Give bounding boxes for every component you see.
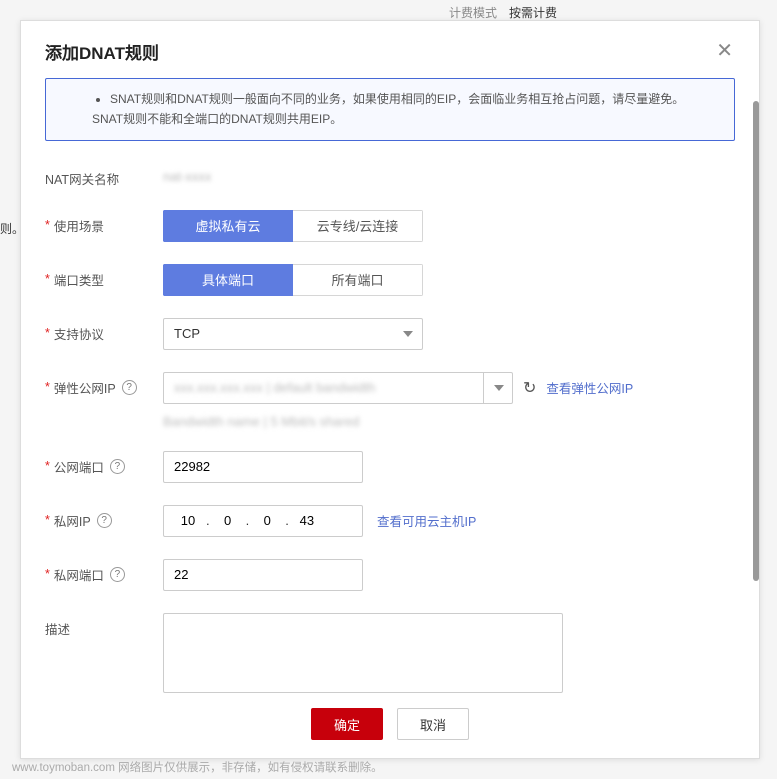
chevron-down-icon[interactable]	[483, 372, 513, 404]
label-eip: * 弹性公网IP ?	[45, 372, 163, 397]
row-scenario: * 使用场景 虚拟私有云 云专线/云连接	[45, 210, 735, 242]
scenario-toggle-group: 虚拟私有云 云专线/云连接	[163, 210, 423, 242]
ip-octet-4[interactable]	[289, 513, 325, 528]
row-description: 描述 0/255	[45, 613, 735, 694]
ip-octet-3[interactable]	[249, 513, 285, 528]
help-icon[interactable]: ?	[97, 513, 112, 528]
scenario-directconnect-button[interactable]: 云专线/云连接	[293, 210, 423, 242]
label-scenario: * 使用场景	[45, 210, 163, 235]
modal-title: 添加DNAT规则	[45, 39, 159, 64]
info-box: SNAT规则和DNAT规则一般面向不同的业务，如果使用相同的EIP，会面临业务相…	[45, 78, 735, 141]
modal-footer: 确定 取消	[21, 694, 759, 758]
watermark-text: www.toymoban.com 网络图片仅供展示，非存储，如有侵权请联系删除。	[12, 759, 383, 775]
billing-mode-label: 计费模式	[449, 4, 497, 21]
dnat-rule-modal: 添加DNAT规则 ✕ SNAT规则和DNAT规则一般面向不同的业务，如果使用相同…	[20, 20, 760, 759]
eip-select[interactable]: xxx.xxx.xxx.xxx | default bandwidth	[163, 372, 513, 404]
help-icon[interactable]: ?	[110, 459, 125, 474]
private-ip-input: . . .	[163, 505, 363, 537]
label-private-port: * 私网端口 ?	[45, 559, 163, 584]
label-public-port: * 公网端口 ?	[45, 451, 163, 476]
port-type-specific-button[interactable]: 具体端口	[163, 264, 293, 296]
view-eip-link[interactable]: 查看弹性公网IP	[546, 378, 633, 397]
modal-header: 添加DNAT规则 ✕	[21, 21, 759, 78]
modal-body: SNAT规则和DNAT规则一般面向不同的业务，如果使用相同的EIP，会面临业务相…	[21, 78, 759, 694]
ip-octet-2[interactable]	[210, 513, 246, 528]
required-marker: *	[45, 459, 50, 473]
info-line-2: SNAT规则不能和全端口的DNAT规则共用EIP。	[60, 109, 720, 129]
row-public-port: * 公网端口 ?	[45, 451, 735, 483]
private-port-input[interactable]	[163, 559, 363, 591]
confirm-button[interactable]: 确定	[311, 708, 383, 740]
cancel-button[interactable]: 取消	[397, 708, 469, 740]
refresh-icon[interactable]: ↻	[523, 378, 536, 398]
scenario-vpc-button[interactable]: 虚拟私有云	[163, 210, 293, 242]
label-private-ip: * 私网IP ?	[45, 505, 163, 530]
row-protocol: * 支持协议 TCP	[45, 318, 735, 350]
help-icon[interactable]: ?	[110, 567, 125, 582]
port-type-toggle-group: 具体端口 所有端口	[163, 264, 423, 296]
row-eip: * 弹性公网IP ? xxx.xxx.xxx.xxx | default ban…	[45, 372, 735, 429]
label-nat-gateway: NAT网关名称	[45, 163, 163, 188]
protocol-select[interactable]: TCP	[163, 318, 423, 350]
required-marker: *	[45, 218, 50, 232]
help-icon[interactable]: ?	[122, 380, 137, 395]
description-textarea[interactable]	[163, 613, 563, 693]
required-marker: *	[45, 380, 50, 394]
row-private-port: * 私网端口 ?	[45, 559, 735, 591]
eip-secondary-info: Bandwidth name | 5 Mbit/s shared	[163, 414, 735, 429]
nat-gateway-value: nat-xxxx	[163, 163, 735, 184]
close-icon[interactable]: ✕	[714, 39, 735, 63]
billing-mode-value: 按需计费	[509, 4, 557, 21]
required-marker: *	[45, 513, 50, 527]
label-port-type: * 端口类型	[45, 264, 163, 289]
required-marker: *	[45, 567, 50, 581]
public-port-input[interactable]	[163, 451, 363, 483]
ip-octet-1[interactable]	[170, 513, 206, 528]
view-host-ip-link[interactable]: 查看可用云主机IP	[377, 511, 476, 530]
required-marker: *	[45, 272, 50, 286]
label-protocol: * 支持协议	[45, 318, 163, 343]
label-description: 描述	[45, 613, 163, 638]
row-private-ip: * 私网IP ? . . . 查看可用云主机IP	[45, 505, 735, 537]
required-marker: *	[45, 326, 50, 340]
row-nat-gateway: NAT网关名称 nat-xxxx	[45, 163, 735, 188]
info-line-1: SNAT规则和DNAT规则一般面向不同的业务，如果使用相同的EIP，会面临业务相…	[110, 89, 720, 109]
row-port-type: * 端口类型 具体端口 所有端口	[45, 264, 735, 296]
port-type-all-button[interactable]: 所有端口	[293, 264, 423, 296]
